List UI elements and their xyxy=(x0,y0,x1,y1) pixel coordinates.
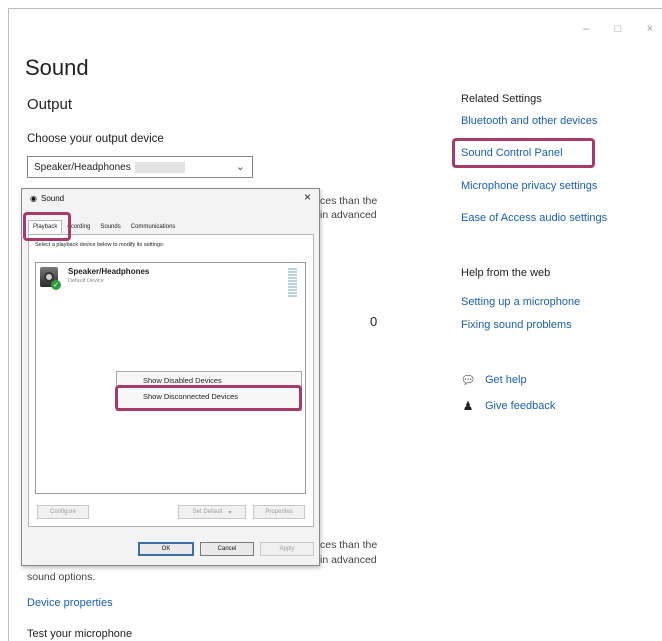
device-properties-link[interactable]: Device properties xyxy=(27,597,113,609)
volume-value: 0 xyxy=(370,314,378,329)
tab-sounds[interactable]: Sounds xyxy=(95,220,125,234)
help-title: Help from the web xyxy=(461,267,551,279)
fix-sound-link[interactable]: Fixing sound problems xyxy=(461,319,572,331)
list-item[interactable]: ✓ Speaker/Headphones Default Device xyxy=(40,267,150,290)
chevron-down-icon: ▾ xyxy=(228,509,232,516)
close-icon[interactable]: × xyxy=(644,23,656,35)
setup-microphone-link[interactable]: Setting up a microphone xyxy=(461,296,580,308)
test-microphone-label: Test your microphone xyxy=(27,628,133,640)
window-controls: – □ × xyxy=(580,23,656,35)
device-name: Speaker/Headphones xyxy=(68,267,150,276)
dialog-title: Sound xyxy=(40,194,65,203)
panel-instruction: Select a playback device below to modify… xyxy=(35,242,165,248)
playback-panel: Select a playback device below to modify… xyxy=(28,234,314,527)
give-feedback-item[interactable]: ♟ Give feedback xyxy=(461,399,556,413)
redacted-text xyxy=(134,161,185,173)
maximize-icon[interactable]: □ xyxy=(612,23,624,35)
check-icon: ✓ xyxy=(51,280,61,290)
volume-meter xyxy=(288,268,297,298)
obscured-text: in advanced xyxy=(320,209,377,221)
highlight-box xyxy=(452,138,595,168)
obscured-text: in advanced xyxy=(320,554,377,566)
highlight-box xyxy=(23,212,71,241)
dialog-title-bar: ◉ Sound xyxy=(30,194,64,203)
output-device-value: Speaker/Headphones xyxy=(34,161,131,173)
microphone-privacy-link[interactable]: Microphone privacy settings xyxy=(461,180,597,192)
chat-icon: 💬︎ xyxy=(460,373,476,387)
person-icon: ♟ xyxy=(462,399,474,413)
cancel-button[interactable]: Cancel xyxy=(200,542,254,556)
ease-of-access-link[interactable]: Ease of Access audio settings xyxy=(461,212,607,224)
device-status: Default Device xyxy=(68,278,104,284)
minimize-icon[interactable]: – xyxy=(580,23,592,35)
show-disabled-devices-item[interactable]: Show Disabled Devices xyxy=(117,376,301,385)
speaker-icon: ◉ xyxy=(30,194,37,203)
dialog-close-icon[interactable]: × xyxy=(304,190,311,204)
page-title: Sound xyxy=(25,55,89,80)
output-section-title: Output xyxy=(27,96,73,113)
ok-button[interactable]: OK xyxy=(138,542,194,556)
set-default-button[interactable]: Set Default ▾ xyxy=(178,505,246,519)
tab-communications[interactable]: Communications xyxy=(126,220,181,234)
obscured-text: ces than the xyxy=(320,195,378,207)
highlight-box xyxy=(115,385,302,411)
configure-button[interactable]: Configure xyxy=(37,505,89,519)
apply-button[interactable]: Apply xyxy=(260,542,314,556)
chevron-down-icon: ⌄ xyxy=(235,161,245,173)
output-device-select[interactable]: Speaker/Headphones ⌄ xyxy=(27,156,253,178)
obscured-text: ces than the xyxy=(320,539,378,551)
obscured-text: sound options. xyxy=(27,571,96,583)
give-feedback-link[interactable]: Give feedback xyxy=(485,400,555,412)
bluetooth-devices-link[interactable]: Bluetooth and other devices xyxy=(461,115,597,127)
related-settings-title: Related Settings xyxy=(461,93,542,105)
speaker-device-icon: ✓ xyxy=(40,267,61,290)
sound-dialog: ◉ Sound × Playback ecording Sounds Commu… xyxy=(21,188,320,566)
get-help-link[interactable]: Get help xyxy=(485,374,527,386)
device-list[interactable]: ✓ Speaker/Headphones Default Device Show… xyxy=(35,262,306,494)
get-help-item[interactable]: 💬︎ Get help xyxy=(460,373,527,387)
choose-output-label: Choose your output device xyxy=(27,133,164,145)
properties-button[interactable]: Properties xyxy=(253,505,305,519)
set-default-label: Set Default xyxy=(192,509,223,515)
